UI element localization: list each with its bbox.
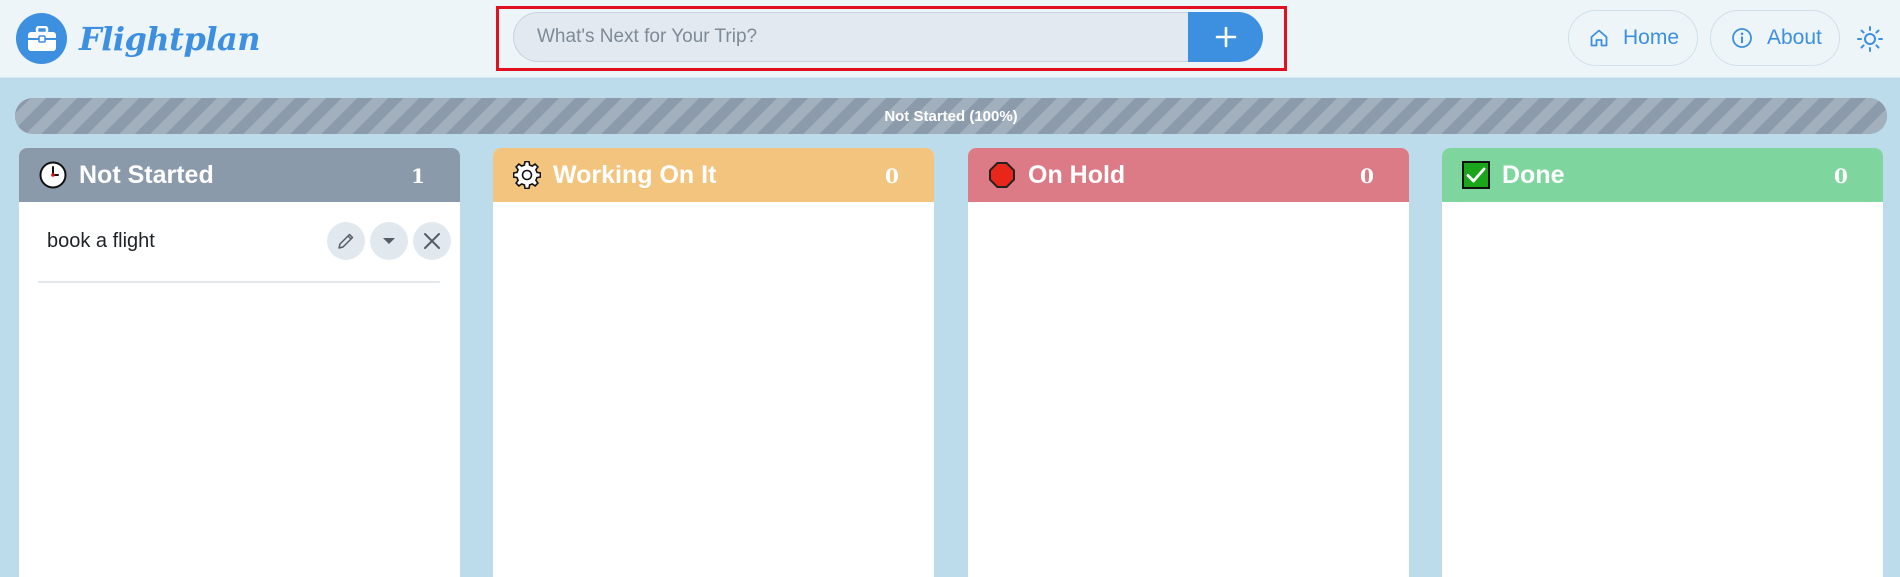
column-on-hold: On Hold 0 xyxy=(968,148,1409,577)
nav-home-button[interactable]: Home xyxy=(1568,10,1698,66)
caret-down-icon xyxy=(381,236,397,246)
column-header: Working On It 0 xyxy=(493,148,934,202)
column-count: 0 xyxy=(885,164,899,188)
column-count: 0 xyxy=(1834,164,1848,188)
info-icon xyxy=(1731,27,1753,49)
app-title: Flightplan xyxy=(79,19,260,58)
plus-icon xyxy=(1215,26,1237,48)
delete-task-button[interactable] xyxy=(413,222,451,260)
theme-toggle-button[interactable] xyxy=(1856,25,1884,53)
column-not-started: Not Started 1 book a flight xyxy=(19,148,460,577)
column-header: Done 0 xyxy=(1442,148,1883,202)
column-title: On Hold xyxy=(1028,160,1126,189)
nav-about-button[interactable]: About xyxy=(1710,10,1840,66)
column-count: 1 xyxy=(411,164,425,188)
column-header: On Hold 0 xyxy=(968,148,1409,202)
progress-bar: Not Started (100%) xyxy=(15,98,1887,134)
column-done: Done 0 xyxy=(1442,148,1883,577)
move-task-dropdown[interactable] xyxy=(370,222,408,260)
checkbox-icon xyxy=(1462,161,1490,189)
stop-sign-icon xyxy=(988,161,1016,189)
column-header: Not Started 1 xyxy=(19,148,460,202)
column-title: Working On It xyxy=(553,160,717,189)
column-count: 0 xyxy=(1360,164,1374,188)
logo[interactable]: Flightplan xyxy=(16,13,260,64)
nav-home-label: Home xyxy=(1623,26,1680,49)
header: Flightplan Home About xyxy=(0,0,1900,78)
pencil-icon xyxy=(336,231,356,251)
column-working-on-it: Working On It 0 xyxy=(493,148,934,577)
column-title: Done xyxy=(1502,160,1565,189)
add-task-button[interactable] xyxy=(1188,12,1263,62)
column-title: Not Started xyxy=(79,160,214,189)
progress-label: Not Started (100%) xyxy=(884,107,1018,125)
clock-icon xyxy=(39,161,67,189)
close-icon xyxy=(422,231,442,251)
search-input[interactable] xyxy=(513,12,1191,62)
nav-about-label: About xyxy=(1767,26,1822,49)
gear-icon xyxy=(513,161,541,189)
sun-icon xyxy=(1856,25,1884,53)
task-item[interactable]: book a flight xyxy=(38,222,451,283)
home-icon xyxy=(1589,28,1609,48)
edit-task-button[interactable] xyxy=(327,222,365,260)
briefcase-icon xyxy=(16,13,67,64)
task-text: book a flight xyxy=(47,230,155,252)
